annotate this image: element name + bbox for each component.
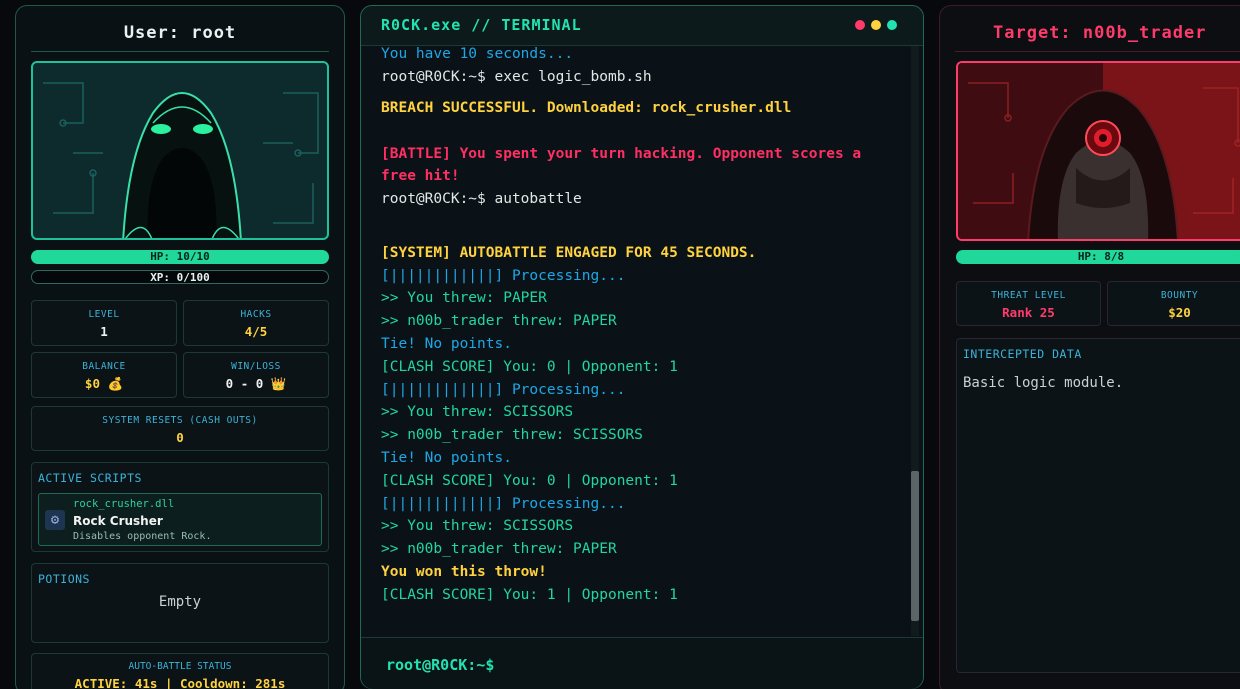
script-filename: rock_crusher.dll bbox=[73, 498, 175, 510]
level-stat: LEVEL 1 bbox=[31, 300, 177, 346]
autobattle-status-value: ACTIVE: 41s | Cooldown: 281s bbox=[74, 676, 286, 689]
target-avatar-image bbox=[956, 61, 1240, 241]
user-xp-text: XP: 0/100 bbox=[150, 271, 210, 284]
hacks-label: HACKS bbox=[240, 309, 272, 320]
terminal-prompt: root@R0CK:~$ bbox=[386, 656, 495, 674]
bounty-label: BOUNTY bbox=[1160, 290, 1199, 301]
threat-level-stat: THREAT LEVEL Rank 25 bbox=[956, 281, 1101, 326]
terminal-line: [CLASH SCORE] You: 0 | Opponent: 1 bbox=[381, 359, 678, 375]
script-card-rock-crusher[interactable]: ⚙ rock_crusher.dll Rock Crusher Disables… bbox=[38, 493, 322, 546]
terminal-output[interactable]: You have 10 seconds... root@R0CK:~$ exec … bbox=[361, 46, 909, 636]
target-title: Target: n00b_trader bbox=[955, 14, 1240, 52]
terminal-line: >> You threw: PAPER bbox=[381, 290, 547, 306]
autobattle-status-label: AUTO-BATTLE STATUS bbox=[128, 661, 232, 672]
balance-stat: BALANCE $0 💰 bbox=[31, 352, 177, 398]
terminal-line: >> You threw: SCISSORS bbox=[381, 404, 574, 420]
potions-empty-text: Empty bbox=[158, 594, 202, 610]
terminal-line: Tie! No points. bbox=[381, 336, 512, 352]
terminal-line: [SYSTEM] AUTOBATTLE ENGAGED FOR 45 SECON… bbox=[381, 245, 757, 261]
terminal-line: root@R0CK:~$ autobattle bbox=[381, 191, 582, 207]
winloss-value: 0 - 0 👑 bbox=[225, 376, 287, 391]
intercepted-data-text: Basic logic module. bbox=[963, 375, 1124, 391]
terminal-line: [||||||||||||] Processing... bbox=[381, 496, 626, 512]
terminal-line: [CLASH SCORE] You: 0 | Opponent: 1 bbox=[381, 473, 678, 489]
target-hp-text: HP: 8/8 bbox=[1077, 250, 1125, 263]
intercepted-data-box: INTERCEPTED DATA Basic logic module. bbox=[956, 338, 1240, 673]
bounty-stat: BOUNTY $20 bbox=[1107, 281, 1240, 326]
level-label: LEVEL bbox=[88, 309, 120, 320]
resets-value: 0 bbox=[176, 430, 184, 445]
active-scripts-header: ACTIVE SCRIPTS bbox=[38, 471, 142, 485]
hacks-stat: HACKS 4/5 bbox=[183, 300, 329, 346]
terminal-header: R0CK.exe // TERMINAL bbox=[361, 6, 923, 46]
terminal-line: [BATTLE] You spent your turn hacking. Op… bbox=[381, 146, 862, 162]
balance-value: $0 💰 bbox=[84, 376, 124, 391]
terminal-line: [CLASH SCORE] You: 1 | Opponent: 1 bbox=[381, 587, 678, 603]
script-description: Disables opponent Rock. bbox=[73, 531, 212, 542]
balance-label: BALANCE bbox=[82, 361, 126, 372]
terminal-line: Tie! No points. bbox=[381, 450, 512, 466]
terminal-line: free hit! bbox=[381, 168, 460, 184]
target-panel: Target: n00b_trader HP: 8/8 THREAT LEVEL… bbox=[939, 5, 1240, 689]
terminal-line: BREACH SUCCESSFUL. Downloaded: rock_crus… bbox=[381, 100, 792, 116]
terminal-line: [||||||||||||] Processing... bbox=[381, 268, 626, 284]
terminal-line: >> You threw: SCISSORS bbox=[381, 518, 574, 534]
terminal-line: root@R0CK:~$ exec logic_bomb.sh bbox=[381, 69, 652, 85]
terminal-line: You won this throw! bbox=[381, 564, 547, 580]
minimize-dot-icon[interactable] bbox=[871, 20, 881, 30]
target-hp-bar: HP: 8/8 bbox=[956, 250, 1240, 264]
terminal-input-area: root@R0CK:~$ bbox=[361, 637, 923, 689]
intercepted-data-header: INTERCEPTED DATA bbox=[963, 347, 1082, 361]
level-value: 1 bbox=[100, 324, 108, 339]
terminal-scroll-thumb[interactable] bbox=[911, 471, 919, 621]
user-panel: User: root HP: 10/10 XP: 0/100 LEVEL 1 H bbox=[15, 5, 345, 689]
bounty-value: $20 bbox=[1168, 305, 1191, 320]
terminal-panel: R0CK.exe // TERMINAL You have 10 seconds… bbox=[360, 5, 924, 689]
winloss-label: WIN/LOSS bbox=[231, 361, 281, 372]
user-avatar-image bbox=[31, 61, 329, 240]
active-scripts-box: ACTIVE SCRIPTS ⚙ rock_crusher.dll Rock C… bbox=[31, 462, 329, 552]
terminal-line: [||||||||||||] Processing... bbox=[381, 382, 626, 398]
script-name: Rock Crusher bbox=[73, 514, 163, 528]
user-title: User: root bbox=[31, 14, 329, 52]
terminal-line: >> n00b_trader threw: PAPER bbox=[381, 541, 617, 557]
hacks-value: 4/5 bbox=[244, 324, 268, 339]
maximize-dot-icon[interactable] bbox=[887, 20, 897, 30]
user-xp-bar: XP: 0/100 bbox=[31, 270, 329, 284]
resets-label: SYSTEM RESETS (CASH OUTS) bbox=[102, 415, 258, 426]
terminal-line: You have 10 seconds... bbox=[381, 46, 574, 62]
user-hp-text: HP: 10/10 bbox=[150, 250, 210, 263]
threat-level-value: Rank 25 bbox=[1002, 305, 1055, 320]
robot-icon: ⚙ bbox=[45, 510, 65, 530]
terminal-command-input[interactable] bbox=[511, 650, 891, 678]
potions-header: POTIONS bbox=[38, 572, 90, 586]
resets-stat: SYSTEM RESETS (CASH OUTS) 0 bbox=[31, 406, 329, 451]
terminal-line: >> n00b_trader threw: PAPER bbox=[381, 313, 617, 329]
terminal-scrollbar[interactable] bbox=[911, 46, 919, 636]
winloss-stat: WIN/LOSS 0 - 0 👑 bbox=[183, 352, 329, 398]
terminal-line: >> n00b_trader threw: SCISSORS bbox=[381, 427, 643, 443]
close-dot-icon[interactable] bbox=[855, 20, 865, 30]
potions-box: POTIONS Empty bbox=[31, 563, 329, 643]
user-hp-bar: HP: 10/10 bbox=[31, 250, 329, 264]
terminal-title: R0CK.exe // TERMINAL bbox=[381, 16, 582, 34]
threat-level-label: THREAT LEVEL bbox=[991, 290, 1066, 301]
autobattle-status-box: AUTO-BATTLE STATUS ACTIVE: 41s | Cooldow… bbox=[31, 653, 329, 689]
